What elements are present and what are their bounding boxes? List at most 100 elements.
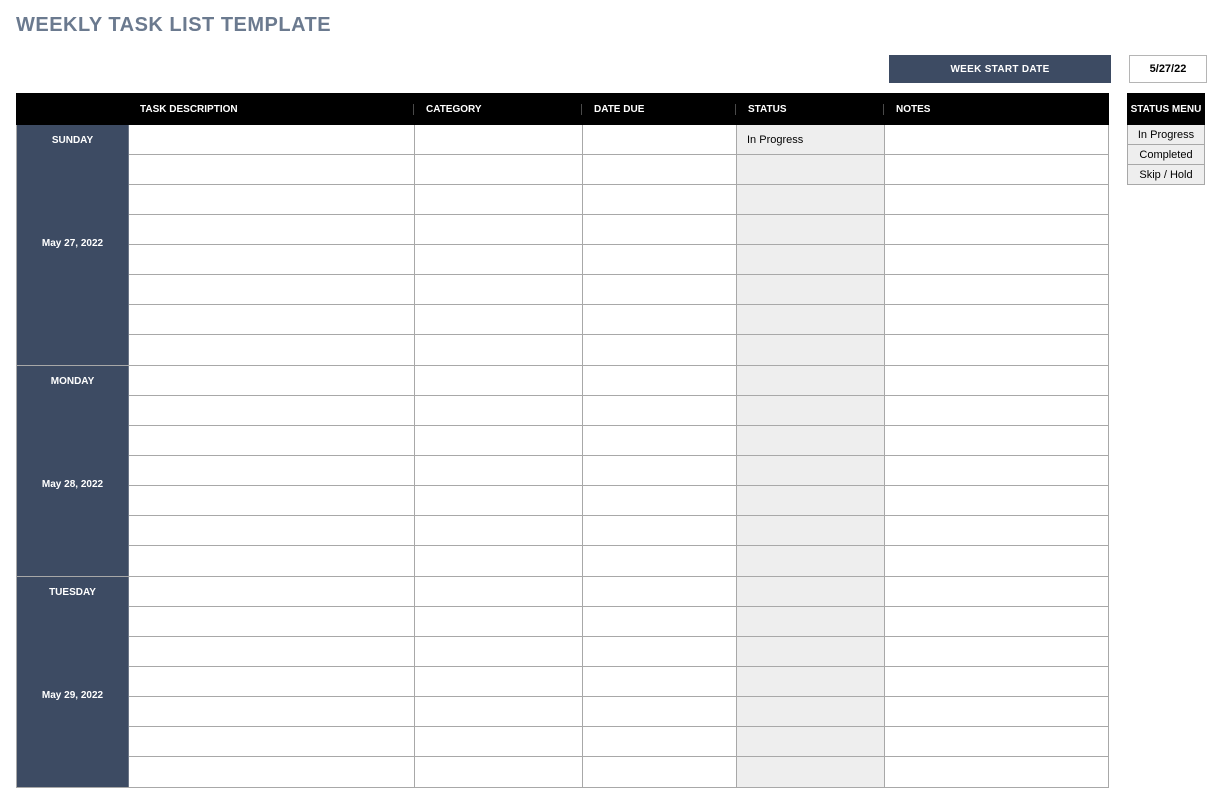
cell-category[interactable] bbox=[415, 426, 583, 455]
cell-notes[interactable] bbox=[885, 516, 1108, 545]
cell-category[interactable] bbox=[415, 215, 583, 244]
cell-status[interactable] bbox=[737, 697, 885, 726]
cell-due[interactable] bbox=[583, 185, 737, 214]
cell-category[interactable] bbox=[415, 727, 583, 756]
cell-category[interactable] bbox=[415, 757, 583, 787]
cell-status[interactable] bbox=[737, 245, 885, 274]
cell-status[interactable] bbox=[737, 727, 885, 756]
cell-category[interactable] bbox=[415, 245, 583, 274]
cell-due[interactable] bbox=[583, 697, 737, 726]
cell-due[interactable] bbox=[583, 637, 737, 666]
cell-category[interactable] bbox=[415, 607, 583, 636]
cell-status[interactable] bbox=[737, 516, 885, 545]
cell-status[interactable] bbox=[737, 757, 885, 787]
cell-due[interactable] bbox=[583, 335, 737, 365]
cell-due[interactable] bbox=[583, 757, 737, 787]
cell-due[interactable] bbox=[583, 426, 737, 455]
cell-task[interactable] bbox=[129, 305, 415, 334]
cell-due[interactable] bbox=[583, 577, 737, 606]
cell-status[interactable] bbox=[737, 667, 885, 696]
cell-notes[interactable] bbox=[885, 426, 1108, 455]
cell-notes[interactable] bbox=[885, 697, 1108, 726]
cell-notes[interactable] bbox=[885, 335, 1108, 365]
cell-notes[interactable] bbox=[885, 607, 1108, 636]
cell-due[interactable] bbox=[583, 155, 737, 184]
cell-task[interactable] bbox=[129, 667, 415, 696]
cell-task[interactable] bbox=[129, 125, 415, 154]
cell-notes[interactable] bbox=[885, 185, 1108, 214]
cell-category[interactable] bbox=[415, 516, 583, 545]
cell-status[interactable] bbox=[737, 185, 885, 214]
cell-task[interactable] bbox=[129, 155, 415, 184]
cell-task[interactable] bbox=[129, 366, 415, 395]
cell-category[interactable] bbox=[415, 396, 583, 425]
cell-notes[interactable] bbox=[885, 305, 1108, 334]
cell-notes[interactable] bbox=[885, 486, 1108, 515]
cell-task[interactable] bbox=[129, 335, 415, 365]
cell-task[interactable] bbox=[129, 727, 415, 756]
cell-notes[interactable] bbox=[885, 637, 1108, 666]
cell-task[interactable] bbox=[129, 456, 415, 485]
cell-due[interactable] bbox=[583, 727, 737, 756]
cell-category[interactable] bbox=[415, 155, 583, 184]
cell-status[interactable]: In Progress bbox=[737, 125, 885, 154]
cell-status[interactable] bbox=[737, 546, 885, 576]
cell-due[interactable] bbox=[583, 667, 737, 696]
cell-status[interactable] bbox=[737, 486, 885, 515]
cell-status[interactable] bbox=[737, 305, 885, 334]
cell-notes[interactable] bbox=[885, 727, 1108, 756]
cell-category[interactable] bbox=[415, 275, 583, 304]
cell-task[interactable] bbox=[129, 245, 415, 274]
cell-due[interactable] bbox=[583, 546, 737, 576]
cell-due[interactable] bbox=[583, 245, 737, 274]
cell-status[interactable] bbox=[737, 426, 885, 455]
cell-notes[interactable] bbox=[885, 245, 1108, 274]
cell-category[interactable] bbox=[415, 456, 583, 485]
cell-due[interactable] bbox=[583, 305, 737, 334]
cell-notes[interactable] bbox=[885, 396, 1108, 425]
cell-notes[interactable] bbox=[885, 215, 1108, 244]
cell-task[interactable] bbox=[129, 185, 415, 214]
cell-status[interactable] bbox=[737, 456, 885, 485]
cell-task[interactable] bbox=[129, 697, 415, 726]
cell-task[interactable] bbox=[129, 757, 415, 787]
status-menu-item[interactable]: Skip / Hold bbox=[1127, 165, 1205, 185]
cell-notes[interactable] bbox=[885, 275, 1108, 304]
cell-status[interactable] bbox=[737, 215, 885, 244]
cell-task[interactable] bbox=[129, 275, 415, 304]
cell-task[interactable] bbox=[129, 577, 415, 606]
cell-task[interactable] bbox=[129, 486, 415, 515]
cell-notes[interactable] bbox=[885, 667, 1108, 696]
cell-notes[interactable] bbox=[885, 456, 1108, 485]
cell-category[interactable] bbox=[415, 577, 583, 606]
cell-status[interactable] bbox=[737, 607, 885, 636]
cell-task[interactable] bbox=[129, 426, 415, 455]
cell-category[interactable] bbox=[415, 667, 583, 696]
cell-notes[interactable] bbox=[885, 125, 1108, 154]
cell-due[interactable] bbox=[583, 125, 737, 154]
cell-category[interactable] bbox=[415, 366, 583, 395]
cell-due[interactable] bbox=[583, 607, 737, 636]
cell-status[interactable] bbox=[737, 637, 885, 666]
cell-task[interactable] bbox=[129, 637, 415, 666]
cell-notes[interactable] bbox=[885, 546, 1108, 576]
cell-due[interactable] bbox=[583, 215, 737, 244]
cell-notes[interactable] bbox=[885, 155, 1108, 184]
cell-category[interactable] bbox=[415, 125, 583, 154]
cell-status[interactable] bbox=[737, 275, 885, 304]
status-menu-item[interactable]: Completed bbox=[1127, 145, 1205, 165]
cell-status[interactable] bbox=[737, 335, 885, 365]
cell-task[interactable] bbox=[129, 396, 415, 425]
cell-category[interactable] bbox=[415, 305, 583, 334]
cell-notes[interactable] bbox=[885, 577, 1108, 606]
cell-task[interactable] bbox=[129, 546, 415, 576]
cell-status[interactable] bbox=[737, 577, 885, 606]
cell-task[interactable] bbox=[129, 516, 415, 545]
cell-due[interactable] bbox=[583, 456, 737, 485]
cell-category[interactable] bbox=[415, 486, 583, 515]
cell-category[interactable] bbox=[415, 335, 583, 365]
cell-category[interactable] bbox=[415, 637, 583, 666]
cell-status[interactable] bbox=[737, 366, 885, 395]
status-menu-item[interactable]: In Progress bbox=[1127, 125, 1205, 145]
cell-notes[interactable] bbox=[885, 757, 1108, 787]
